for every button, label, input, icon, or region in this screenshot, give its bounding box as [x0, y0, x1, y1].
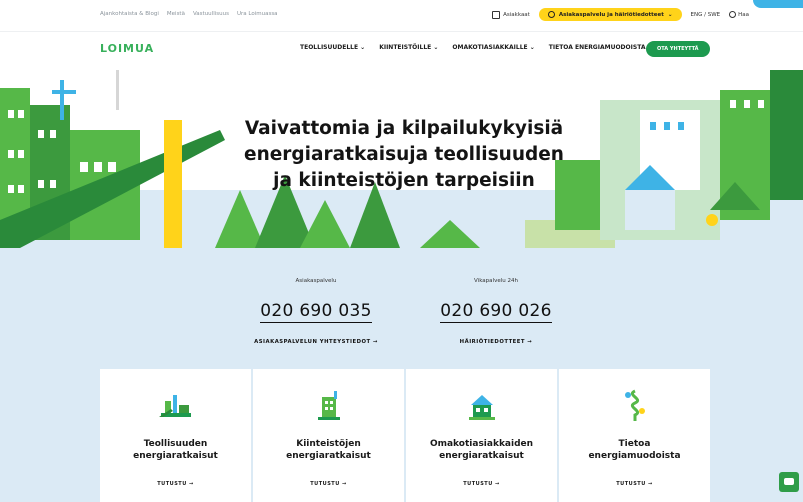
card-homeowners[interactable]: Omakotiasiakkaiden energiaratkaisut TUTU…	[406, 369, 557, 502]
utility-bar: Ajankohtaista & Blogi Meistä Vastuullisu…	[0, 0, 803, 32]
card-title: Tietoa energiamuodoista	[588, 439, 681, 461]
account-link[interactable]: Asiakkaat	[492, 10, 530, 19]
util-link-news[interactable]: Ajankohtaista & Blogi	[100, 11, 159, 17]
util-link-responsibility[interactable]: Vastuullisuus	[193, 11, 229, 17]
card-title: Kiinteistöjen energiaratkaisut	[286, 439, 371, 461]
customer-service-block: Asiakaspalvelu 020 690 035 ASIAKASPALVEL…	[236, 278, 396, 345]
util-link-about[interactable]: Meistä	[167, 11, 185, 17]
utility-actions: Asiakkaat Asiakaspalvelu ja häiriötiedot…	[492, 8, 749, 21]
nav-item-energy-info[interactable]: TIETOA ENERGIAMUODOISTA ⌄	[549, 44, 653, 51]
utility-links: Ajankohtaista & Blogi Meistä Vastuullisu…	[100, 11, 278, 17]
energy-info-icon	[625, 389, 645, 421]
building-icon	[318, 391, 340, 420]
card-link[interactable]: TUTUSTU →	[559, 481, 710, 487]
nav-menu: TEOLLISUUDELLE ⌄ KIINTEISTÖILLE ⌄ OMAKOT…	[300, 44, 653, 51]
language-switcher[interactable]: ENG / SWE	[691, 12, 721, 18]
chevron-down-icon: ⌄	[667, 11, 673, 18]
hero-title: Vaivattomia ja kilpailukykyisiä energiar…	[244, 118, 564, 191]
nav-item-properties[interactable]: KIINTEISTÖILLE ⌄	[379, 44, 438, 51]
fault-service-block: Vikapalvelu 24h 020 690 026 HÄIRIÖTIEDOT…	[416, 278, 576, 345]
login-icon	[492, 10, 501, 19]
logo[interactable]: LOIMUA	[100, 42, 154, 55]
search-button[interactable]: Haa	[729, 11, 749, 18]
fault-service-phone[interactable]: 020 690 026	[440, 301, 552, 323]
service-notice-dropdown[interactable]: Asiakaspalvelu ja häiriötiedotteet ⌄	[538, 8, 682, 21]
chat-icon[interactable]	[779, 472, 799, 492]
nav-item-industry[interactable]: TEOLLISUUDELLE ⌄	[300, 44, 365, 51]
util-link-careers[interactable]: Ura Loimuassa	[237, 11, 278, 17]
main-navigation: LOIMUA TEOLLISUUDELLE ⌄ KIINTEISTÖILLE ⌄…	[0, 32, 803, 70]
factory-icon	[159, 395, 191, 417]
nav-item-homeowners[interactable]: OMAKOTIASIAKKAILLE ⌄	[452, 44, 534, 51]
service-cards: Teollisuuden energiaratkaisut TUTUSTU → …	[100, 369, 710, 502]
fault-notices-link[interactable]: HÄIRIÖTIEDOTTEET →	[416, 339, 576, 345]
card-properties[interactable]: Kiinteistöjen energiaratkaisut TUTUSTU →	[253, 369, 404, 502]
contact-button[interactable]: OTA YHTEYTTÄ	[646, 41, 710, 57]
fault-service-label: Vikapalvelu 24h	[474, 278, 518, 284]
card-link[interactable]: TUTUSTU →	[406, 481, 557, 487]
card-industry[interactable]: Teollisuuden energiaratkaisut TUTUSTU →	[100, 369, 251, 502]
customer-service-link[interactable]: ASIAKASPALVELUN YHTEYSTIEDOT →	[236, 339, 396, 345]
card-link[interactable]: TUTUSTU →	[100, 481, 251, 487]
customer-service-label: Asiakaspalvelu	[295, 278, 337, 284]
customer-service-phone[interactable]: 020 690 035	[260, 301, 372, 323]
hero-banner: Vaivattomia ja kilpailukykyisiä energiar…	[0, 70, 803, 248]
card-energy-info[interactable]: Tietoa energiamuodoista TUTUSTU →	[559, 369, 710, 502]
search-label: Haa	[738, 11, 749, 18]
card-title: Omakotiasiakkaiden energiaratkaisut	[429, 439, 534, 461]
card-title: Teollisuuden energiaratkaisut	[133, 439, 218, 461]
search-icon	[729, 11, 737, 18]
info-icon	[547, 11, 555, 18]
card-link[interactable]: TUTUSTU →	[253, 481, 404, 487]
corner-tab	[753, 0, 803, 8]
account-label: Asiakkaat	[503, 11, 530, 18]
service-notice-label: Asiakaspalvelu ja häiriötiedotteet	[558, 11, 664, 18]
house-icon	[469, 395, 495, 420]
